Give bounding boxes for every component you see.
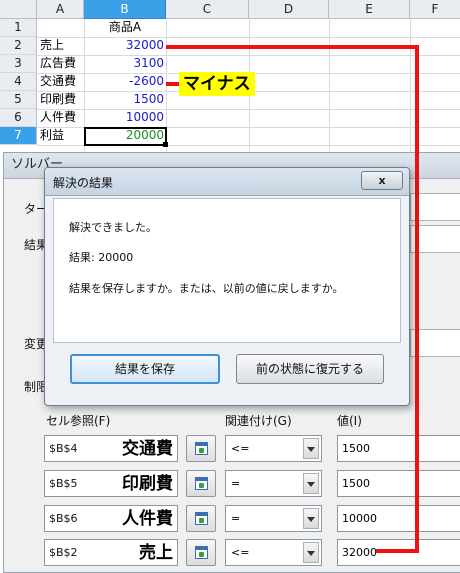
relation-header: 関連付け(G) xyxy=(225,414,292,428)
constraint-operator-1[interactable]: <= xyxy=(225,435,322,462)
result-value-text: 結果: 20000 xyxy=(69,251,134,264)
cell-ref-text: $B$2 xyxy=(49,546,78,559)
column-header-d[interactable]: D xyxy=(249,0,329,19)
row-header-6[interactable]: 6 xyxy=(0,109,37,127)
shrink-icon xyxy=(195,477,208,490)
cell-b4[interactable]: -2600 xyxy=(84,73,166,91)
cell-a4[interactable]: 交通費 xyxy=(38,73,84,91)
operator-value: = xyxy=(231,512,241,525)
row-header-1[interactable]: 1 xyxy=(0,19,37,37)
column-header-e[interactable]: E xyxy=(329,0,410,19)
shrink-dialog-button[interactable] xyxy=(186,470,216,497)
annotation-line-bottom xyxy=(376,549,419,553)
row-header-5[interactable]: 5 xyxy=(0,91,37,109)
shrink-dialog-button[interactable] xyxy=(186,539,216,566)
result-status-text: 解決できました。 xyxy=(69,221,157,234)
row-header-7[interactable]: 7 xyxy=(0,127,37,145)
constraint-cell-ref-2[interactable]: $B$5 印刷費 xyxy=(44,470,178,497)
shrink-icon xyxy=(195,546,208,559)
cell-ref-text: $B$6 xyxy=(49,512,78,525)
cell-b5[interactable]: 1500 xyxy=(84,91,166,109)
annotation-line-minus xyxy=(166,82,180,86)
column-header-a[interactable]: A xyxy=(37,0,84,19)
cell-b6[interactable]: 10000 xyxy=(84,109,166,127)
annotation-line-vertical xyxy=(415,45,419,553)
grid-line xyxy=(329,19,330,152)
cell-a7[interactable]: 利益 xyxy=(38,127,84,145)
row-header-4[interactable]: 4 xyxy=(0,73,37,91)
result-question-text: 結果を保存しますか。または、以前の値に戻しますか。 xyxy=(69,282,344,295)
result-dialog-title: 解決の結果 xyxy=(53,176,114,190)
constraint-cell-ref-3[interactable]: $B$6 人件費 xyxy=(44,505,178,532)
cell-ref-annotation: 印刷費 xyxy=(122,474,173,494)
close-button[interactable]: x xyxy=(361,171,403,190)
cell-ref-annotation: 交通費 xyxy=(122,439,173,459)
constraint-value-1[interactable]: 1500 xyxy=(337,435,460,462)
constraint-cell-ref-1[interactable]: $B$4 交通費 xyxy=(44,435,178,462)
cell-ref-text: $B$5 xyxy=(49,477,78,490)
constraint-value-2[interactable]: 1500 xyxy=(337,470,460,497)
column-header-b[interactable]: B xyxy=(84,0,166,19)
shrink-dialog-button[interactable] xyxy=(186,435,216,462)
cell-ref-annotation: 売上 xyxy=(139,543,173,563)
cell-b2[interactable]: 32000 xyxy=(84,37,166,55)
value-header: 値(I) xyxy=(337,414,362,428)
constraint-cell-ref-4[interactable]: $B$2 売上 xyxy=(44,539,178,566)
operator-value: = xyxy=(231,477,241,490)
cell-a1[interactable] xyxy=(38,19,84,37)
annotation-line-top xyxy=(166,45,419,49)
result-dialog-titlebar: 解決の結果 x xyxy=(45,168,409,196)
row-header-2[interactable]: 2 xyxy=(0,37,37,55)
dropdown-arrow-icon[interactable] xyxy=(303,438,319,459)
cell-a6[interactable]: 人件費 xyxy=(38,109,84,127)
cell-a3[interactable]: 広告費 xyxy=(38,55,84,73)
cell-b1[interactable]: 商品A xyxy=(84,19,166,37)
constraint-value-text: 1500 xyxy=(342,477,370,490)
cell-a2[interactable]: 売上 xyxy=(38,37,84,55)
shrink-icon xyxy=(195,442,208,455)
row-header-3[interactable]: 3 xyxy=(0,55,37,73)
select-all-corner[interactable] xyxy=(0,0,37,19)
constraint-value-text: 10000 xyxy=(342,512,377,525)
cell-a5[interactable]: 印刷費 xyxy=(38,91,84,109)
save-result-button[interactable]: 結果を保存 xyxy=(70,354,220,384)
restore-previous-button[interactable]: 前の状態に復元する xyxy=(236,354,384,384)
dropdown-arrow-icon[interactable] xyxy=(303,508,319,529)
constraint-value-text: 1500 xyxy=(342,442,370,455)
shrink-dialog-button[interactable] xyxy=(186,505,216,532)
constraint-operator-3[interactable]: = xyxy=(225,505,322,532)
shrink-icon xyxy=(195,512,208,525)
cell-ref-annotation: 人件費 xyxy=(122,509,173,529)
column-header-c[interactable]: C xyxy=(166,0,249,19)
minus-callout-label: マイナス xyxy=(179,72,255,96)
column-header-f[interactable]: F xyxy=(410,0,460,19)
constraint-operator-4[interactable]: <= xyxy=(225,539,322,566)
constraint-value-text: 32000 xyxy=(342,546,377,559)
solve-result-dialog: 解決の結果 x 解決できました。 結果: 20000 結果を保存しますか。または… xyxy=(44,167,410,406)
constraint-value-3[interactable]: 10000 xyxy=(337,505,460,532)
dropdown-arrow-icon[interactable] xyxy=(303,473,319,494)
result-message-panel: 解決できました。 結果: 20000 結果を保存しますか。または、以前の値に戻し… xyxy=(53,198,401,343)
grid-line xyxy=(410,19,411,152)
operator-value: <= xyxy=(231,442,250,455)
constraint-operator-2[interactable]: = xyxy=(225,470,322,497)
fill-handle[interactable] xyxy=(163,142,168,147)
operator-value: <= xyxy=(231,546,250,559)
cell-ref-header: セル参照(F) xyxy=(46,414,111,428)
dropdown-arrow-icon[interactable] xyxy=(303,542,319,563)
active-cell-cursor xyxy=(84,127,167,146)
cell-b3[interactable]: 3100 xyxy=(84,55,166,73)
cell-ref-text: $B$4 xyxy=(49,442,78,455)
